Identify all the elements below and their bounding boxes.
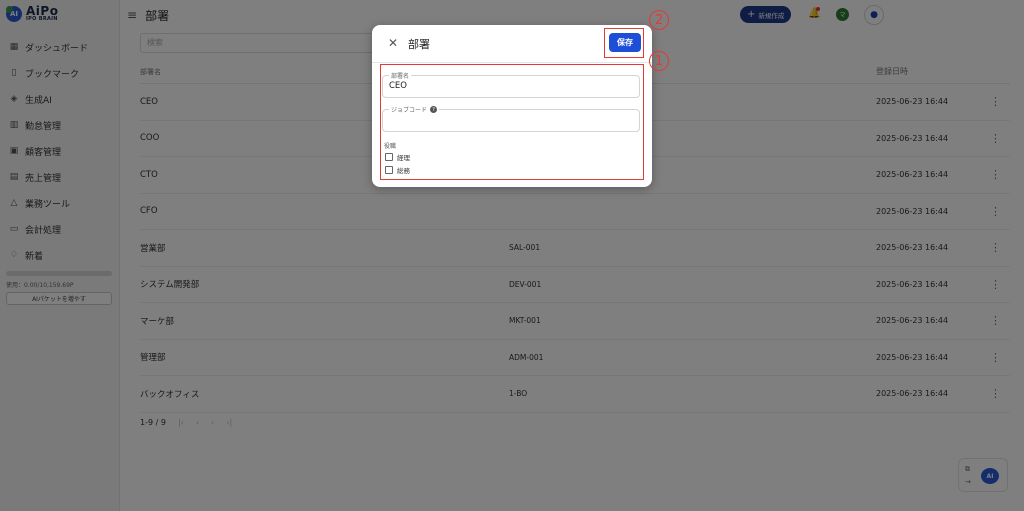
dialog-title: 部署 — [408, 38, 430, 51]
annotation-box-2 — [604, 28, 644, 58]
close-icon[interactable]: ✕ — [388, 36, 398, 50]
dialog-divider — [372, 62, 652, 63]
annotation-number-1: 1 — [649, 51, 669, 71]
annotation-box-1 — [380, 64, 644, 180]
annotation-number-2: 2 — [649, 10, 669, 30]
